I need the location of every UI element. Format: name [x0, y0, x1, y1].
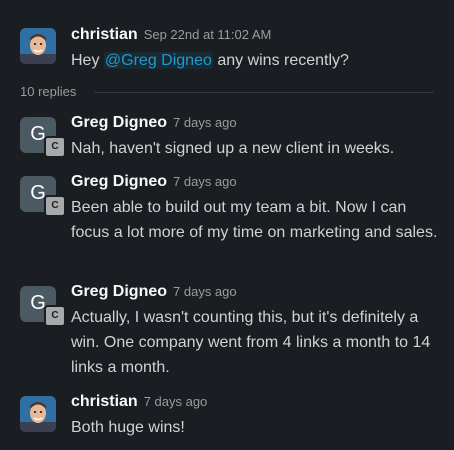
- user-mention[interactable]: @Greg Digneo: [103, 52, 213, 69]
- timestamp[interactable]: Sep 22nd at 11:02 AM: [144, 27, 272, 42]
- connect-badge: C: [44, 195, 66, 217]
- message-text: Hey @Greg Digneo any wins recently?: [71, 52, 349, 69]
- author-name[interactable]: Greg Digneo: [71, 173, 167, 190]
- timestamp[interactable]: 7 days ago: [173, 174, 237, 189]
- connect-badge: C: [44, 305, 66, 327]
- message-text: Actually, I wasn't counting this, but it…: [71, 309, 431, 376]
- author-name[interactable]: christian: [71, 393, 138, 410]
- christian-avatar[interactable]: [20, 396, 56, 432]
- timestamp[interactable]: 7 days ago: [173, 115, 237, 130]
- message-text: Been able to build out my team a bit. No…: [71, 199, 438, 241]
- message-header: christian Sep 22nd at 11:02 AM: [71, 26, 271, 44]
- connect-badge: C: [44, 136, 66, 158]
- christian-avatar[interactable]: [20, 28, 56, 64]
- timestamp[interactable]: 7 days ago: [173, 284, 237, 299]
- author-name[interactable]: Greg Digneo: [71, 114, 167, 131]
- message-text: Both huge wins!: [71, 419, 185, 436]
- message-text: Nah, haven't signed up a new client in w…: [71, 140, 395, 157]
- replies-divider: [94, 92, 434, 93]
- message-header: Greg Digneo 7 days ago: [71, 173, 237, 191]
- message-header: christian 7 days ago: [71, 393, 207, 411]
- message-header: Greg Digneo 7 days ago: [71, 283, 237, 301]
- message-header: Greg Digneo 7 days ago: [71, 114, 237, 132]
- timestamp[interactable]: 7 days ago: [144, 394, 208, 409]
- replies-count: 10 replies: [20, 84, 77, 99]
- author-name[interactable]: christian: [71, 26, 138, 43]
- author-name[interactable]: Greg Digneo: [71, 283, 167, 300]
